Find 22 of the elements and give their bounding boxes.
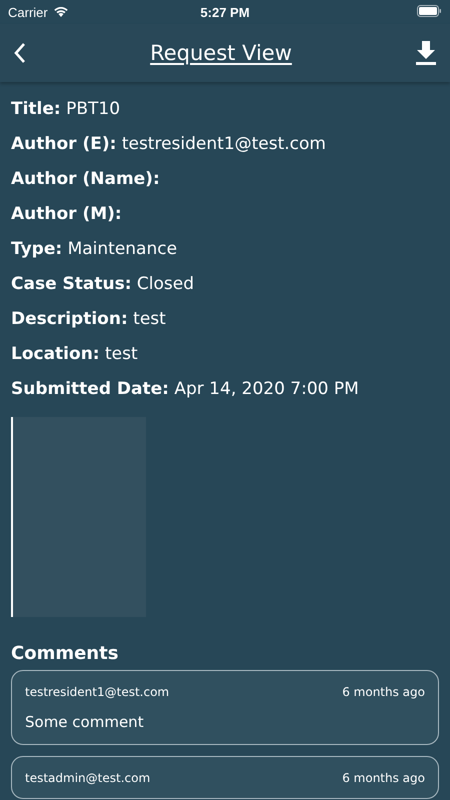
comment-author: testresident1@test.com [25, 685, 170, 699]
detail-field: Type: Maintenance [11, 232, 439, 267]
carrier-label: Carrier [8, 4, 48, 20]
detail-field: Author (M): [11, 197, 439, 232]
comment-text: Some comment [25, 713, 145, 731]
comment-author: testadmin@test.com [25, 771, 150, 785]
detail-field: Author (E): testresident1@test.com [11, 127, 439, 162]
comments-heading: Comments [11, 643, 120, 664]
page-title[interactable]: Request View [150, 41, 292, 65]
detail-field: Location: test [11, 337, 439, 372]
comment-time: 6 months ago [342, 771, 425, 785]
download-icon[interactable] [415, 41, 437, 65]
battery-icon [417, 4, 442, 16]
detail-field: Submitted Date: Apr 14, 2020 7:00 PM [11, 372, 439, 407]
comment-time: 6 months ago [342, 685, 425, 699]
back-button[interactable] [13, 42, 27, 64]
wifi-icon [52, 6, 69, 18]
status-time: 5:27 PM [200, 4, 250, 20]
detail-field: Case Status: Closed [11, 267, 439, 302]
detail-field: Author (Name): [11, 162, 439, 197]
detail-field: Title: PBT10 [11, 92, 439, 127]
detail-field: Description: test [11, 302, 439, 337]
